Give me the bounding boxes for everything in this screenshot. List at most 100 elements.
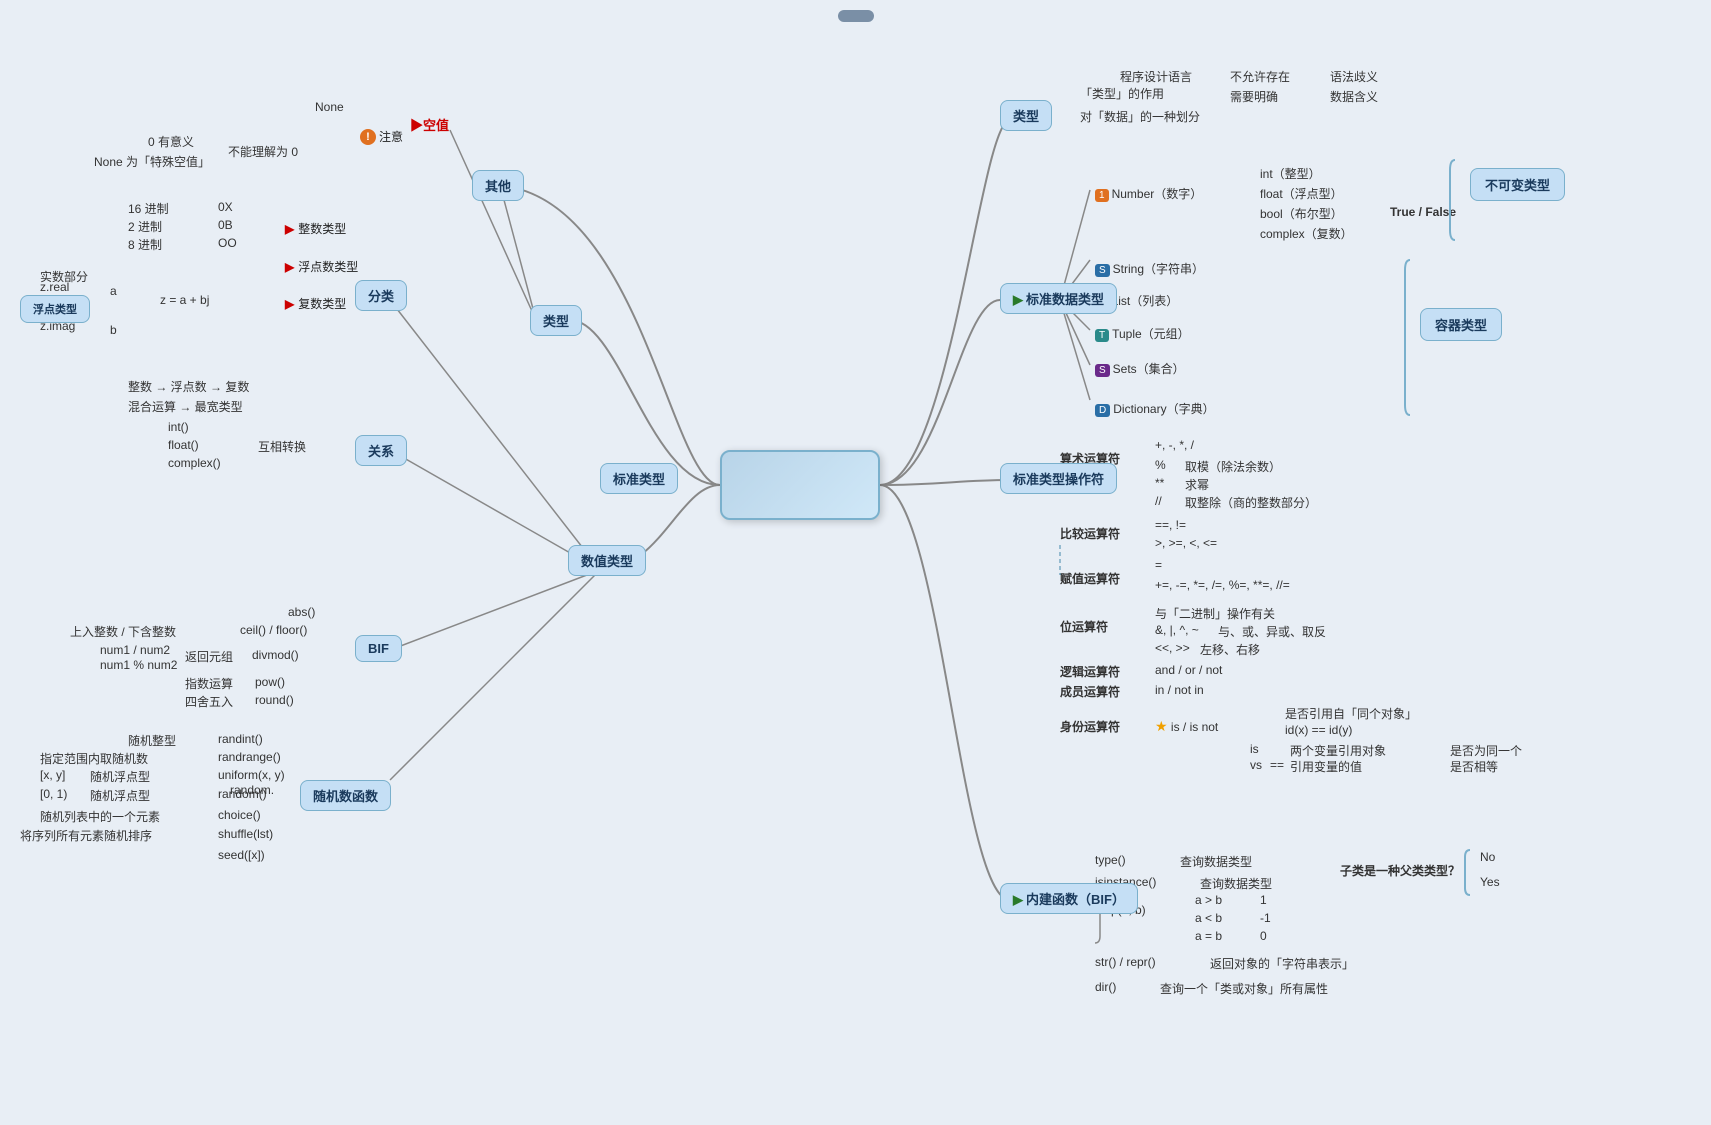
compare-header: 比较运算符 bbox=[1060, 525, 1120, 542]
zreal-label: z.real bbox=[40, 280, 69, 294]
assign-op: = bbox=[1155, 558, 1162, 572]
random-float2-desc: 随机浮点型 bbox=[90, 787, 150, 804]
arrow-kongzhi: ▶空值 bbox=[410, 115, 449, 134]
randint-desc: 随机整型 bbox=[128, 732, 176, 749]
node-shuzhi: 数值类型 bbox=[568, 545, 646, 576]
float-func: float() bbox=[168, 438, 199, 452]
arrow-bif: ▶ bbox=[1013, 892, 1023, 908]
pow-op: ** bbox=[1155, 476, 1164, 490]
sets-label: SSets（集合） bbox=[1095, 360, 1185, 377]
randint-func: randint() bbox=[218, 732, 263, 746]
floor-div-desc: 取整除（商的整数部分） bbox=[1185, 494, 1317, 511]
zhengsu-label: 整数类型 bbox=[298, 220, 346, 237]
num1-label: num1 / num2 bbox=[100, 643, 170, 657]
shuffle-desc: 将序列所有元素随机排序 bbox=[20, 827, 152, 844]
uniform-func: uniform(x, y) bbox=[218, 768, 285, 782]
arrow-fudian: ▶ bbox=[285, 260, 294, 274]
ceil-func: ceil() / floor() bbox=[240, 623, 307, 637]
mutual-convert: 互相转换 bbox=[258, 438, 306, 455]
syntax-ambig: 语法歧义 bbox=[1330, 68, 1378, 85]
a-label: a bbox=[110, 284, 117, 298]
cmp-lt: a < b bbox=[1195, 911, 1222, 925]
url-badge bbox=[838, 10, 874, 22]
round-desc: 四舍五入 bbox=[185, 693, 233, 710]
oct8-label: 8 进制 bbox=[128, 236, 162, 253]
cmp-eq-val: 0 bbox=[1260, 929, 1267, 943]
mod-op: % bbox=[1155, 458, 1166, 472]
oct8-val: OO bbox=[218, 236, 237, 250]
is-desc: 两个变量引用对象 bbox=[1290, 742, 1386, 759]
complex-func: complex() bbox=[168, 456, 221, 470]
str-repr-desc: 返回对象的「字符串表示」 bbox=[1210, 955, 1354, 972]
is-label: is bbox=[1250, 742, 1259, 756]
pow-desc: 指数运算 bbox=[185, 675, 233, 692]
bin2-label: 2 进制 bbox=[128, 218, 162, 235]
node-guanxi: 关系 bbox=[355, 435, 407, 466]
num2-label: num1 % num2 bbox=[100, 658, 177, 672]
shift-ops: <<, >> bbox=[1155, 641, 1190, 655]
node-fenlei: 分类 bbox=[355, 280, 407, 311]
fudian-group: ▶ 浮点数类型 bbox=[285, 258, 358, 275]
sets-icon: S bbox=[1095, 364, 1110, 377]
eq-desc: 引用变量的值 bbox=[1290, 758, 1362, 775]
number-icon: 1 bbox=[1095, 189, 1109, 202]
randrange-func: randrange() bbox=[218, 750, 281, 764]
pow-func: pow() bbox=[255, 675, 285, 689]
true-false: True / False bbox=[1390, 205, 1456, 219]
star-icon: ★ bbox=[1155, 718, 1168, 734]
zero-one-label: [0, 1) bbox=[40, 787, 67, 801]
tuple-icon: T bbox=[1095, 329, 1109, 342]
immutable-bracket-svg bbox=[1450, 155, 1490, 245]
eq-whether: 是否相等 bbox=[1450, 758, 1498, 775]
data-meaning: 数据含义 bbox=[1330, 88, 1378, 105]
none-special-label: None 为「特殊空值」 bbox=[94, 153, 210, 170]
type-func: type() bbox=[1095, 853, 1126, 867]
logic-ops: and / or / not bbox=[1155, 663, 1222, 677]
random-func: random() bbox=[218, 787, 267, 801]
node-qita: 其他 bbox=[472, 170, 524, 201]
subclass-question: 子类是一种父类类型？ bbox=[1340, 862, 1460, 879]
cmp-eq: a = b bbox=[1195, 929, 1222, 943]
tuple-label: TTuple（元组） bbox=[1095, 325, 1190, 342]
center-node bbox=[720, 450, 880, 520]
zero-label: 0 有意义 bbox=[148, 133, 194, 150]
warn-icon: ! bbox=[360, 129, 376, 145]
compound-assign: +=, -=, *=, /=, %=, **=, //= bbox=[1155, 578, 1290, 592]
member-ops: in / not in bbox=[1155, 683, 1204, 697]
hex16-val: 0X bbox=[218, 200, 233, 214]
string-icon: S bbox=[1095, 264, 1110, 277]
shift-desc: 左移、右移 bbox=[1200, 641, 1260, 658]
divmod-func: divmod() bbox=[252, 648, 299, 662]
none-label: None bbox=[315, 100, 344, 114]
floor-div-op: // bbox=[1155, 494, 1162, 508]
type-desc: 查询数据类型 bbox=[1180, 853, 1252, 870]
pow-desc2: 求幂 bbox=[1185, 476, 1209, 493]
int-type: int（整型） bbox=[1260, 165, 1321, 182]
compare-ops: >, >=, <, <= bbox=[1155, 536, 1217, 550]
int-func: int() bbox=[168, 420, 189, 434]
node-bif: BIF bbox=[355, 635, 402, 662]
dir-desc: 查询一个「类或对象」所有属性 bbox=[1160, 980, 1328, 997]
seed-func: seed([x]) bbox=[218, 848, 265, 862]
basic-ops: +, -, *, / bbox=[1155, 438, 1194, 452]
equal-sign: == bbox=[1270, 758, 1284, 772]
choice-func: choice() bbox=[218, 808, 261, 822]
bit-ops-desc: 与、或、异或、取反 bbox=[1218, 623, 1326, 640]
hex16-label: 16 进制 bbox=[128, 200, 169, 217]
xy-label: [x, y] bbox=[40, 768, 65, 782]
node-biaozhun-ops: 标准类型操作符 bbox=[1000, 463, 1117, 494]
bin2-val: 0B bbox=[218, 218, 233, 232]
cmp-gt-val: 1 bbox=[1260, 893, 1267, 907]
complex-formula: z = a + bj bbox=[160, 293, 209, 307]
fushu-label: 复数类型 bbox=[298, 295, 346, 312]
cmp-lt-val: -1 bbox=[1260, 911, 1271, 925]
identity-header: 身份运算符 bbox=[1060, 718, 1120, 735]
bool-type: bool（布尔型） bbox=[1260, 205, 1343, 222]
choice-desc: 随机列表中的一个元素 bbox=[40, 808, 160, 825]
str-repr-func: str() / repr() bbox=[1095, 955, 1156, 969]
same-obj-desc: 是否引用自「同个对象」 bbox=[1285, 705, 1417, 722]
mixed-op: 混合运算 → 最宽类型 bbox=[128, 398, 243, 415]
abs-label: abs() bbox=[288, 605, 315, 619]
float-type: float（浮点型） bbox=[1260, 185, 1343, 202]
prog-lang: 程序设计语言 bbox=[1120, 68, 1192, 85]
